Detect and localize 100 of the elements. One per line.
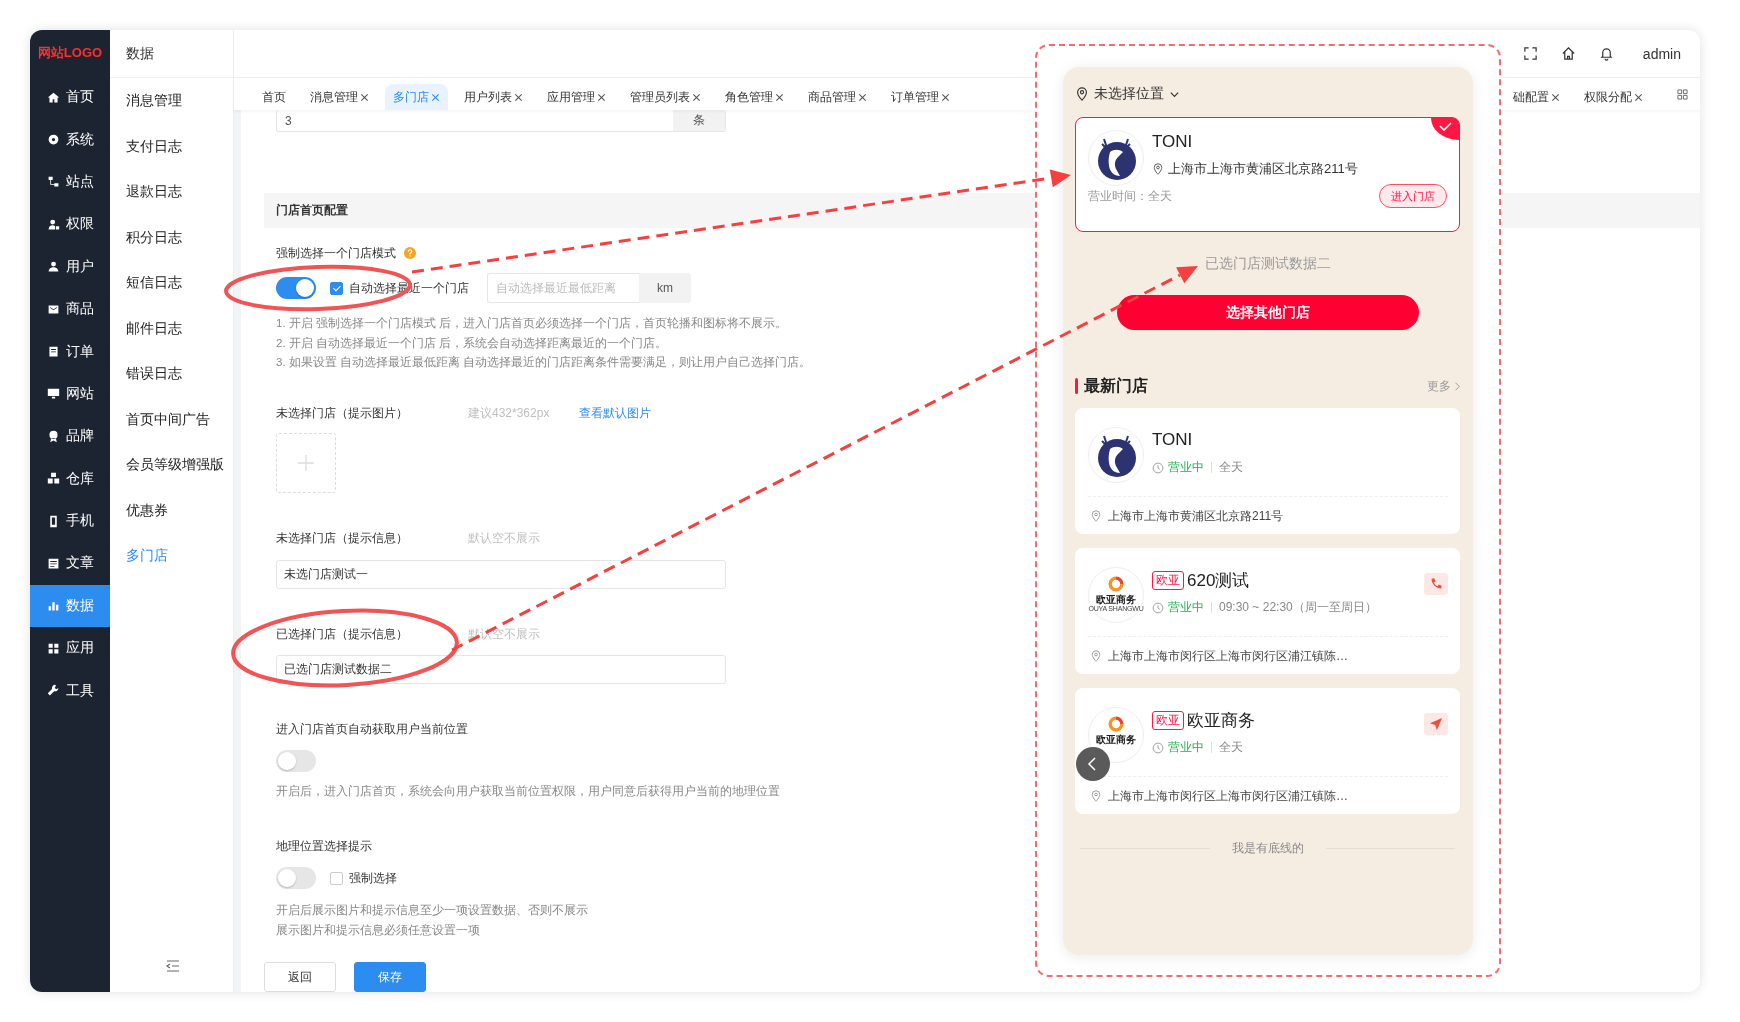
view-default-link[interactable]: 查看默认图片 bbox=[579, 403, 652, 422]
bell-icon[interactable] bbox=[1598, 46, 1614, 61]
checkbox[interactable] bbox=[330, 871, 343, 885]
sidebar-item[interactable]: 手机 bbox=[30, 499, 110, 543]
sitemap-icon bbox=[46, 175, 60, 189]
sidebar-item[interactable]: 网站 bbox=[30, 372, 110, 416]
call-button[interactable] bbox=[1424, 573, 1448, 595]
user-name[interactable]: admin bbox=[1642, 45, 1681, 62]
sidebar-item[interactable]: 订单 bbox=[30, 330, 110, 373]
submenu-item[interactable]: 退款日志 bbox=[110, 169, 233, 215]
sidebar-item[interactable]: 应用 bbox=[30, 627, 110, 670]
store-tag: 欧亚 bbox=[1152, 710, 1184, 730]
monitor-icon bbox=[46, 387, 60, 401]
help-text: 2. 开启 自动选择最近一个门店 后，系统会自动选择距离最近的一个门店。 bbox=[276, 335, 668, 351]
distance-field[interactable]: 自动选择最近最低距离 bbox=[487, 273, 639, 303]
submenu-item[interactable]: 错误日志 bbox=[110, 351, 233, 397]
tabs-menu-icon[interactable] bbox=[1677, 89, 1688, 100]
open-status: 营业中 bbox=[1168, 459, 1204, 476]
clock-icon bbox=[1152, 601, 1164, 614]
sidebar-item[interactable]: 首页 bbox=[30, 76, 110, 119]
wrench-icon bbox=[46, 684, 60, 698]
end-of-list-text: 我是有底线的 bbox=[1231, 840, 1304, 857]
close-icon[interactable] bbox=[858, 92, 867, 102]
collapse-menu-icon[interactable] bbox=[165, 958, 181, 974]
submenu-item[interactable]: 支付日志 bbox=[110, 123, 233, 169]
store-name: 620测试 bbox=[1187, 569, 1250, 592]
clipboard-icon bbox=[46, 345, 60, 359]
hint-text: 建议432*362px bbox=[468, 404, 550, 422]
submenu-item[interactable]: 邮件日志 bbox=[110, 305, 233, 351]
deer-logo-icon bbox=[1088, 427, 1144, 483]
close-icon[interactable] bbox=[1551, 92, 1560, 102]
tab[interactable]: 角色管理 bbox=[717, 84, 792, 110]
close-icon[interactable] bbox=[692, 92, 701, 102]
home-icon[interactable] bbox=[1560, 46, 1576, 61]
gear-icon bbox=[46, 133, 60, 147]
navigate-button[interactable] bbox=[1424, 713, 1448, 735]
field-label: 进入门店首页自动获取用户当前位置 bbox=[276, 720, 468, 738]
tab[interactable]: 应用管理 bbox=[539, 84, 614, 110]
help-text: 开启后展示图片和提示信息至少一项设置数据、否则不展示 bbox=[276, 903, 588, 918]
toggle-switch[interactable] bbox=[276, 749, 316, 772]
submenu-item[interactable]: 短信日志 bbox=[110, 260, 233, 306]
tab[interactable]: 消息管理 bbox=[302, 84, 377, 110]
choose-store-button[interactable]: 选择其他门店 bbox=[1116, 295, 1419, 330]
grid-icon bbox=[46, 641, 60, 655]
text-field[interactable]: 未选门店测试一 bbox=[276, 559, 726, 589]
submenu-item[interactable]: 积分日志 bbox=[110, 214, 233, 260]
sidebar-item[interactable]: 用户 bbox=[30, 245, 110, 288]
close-icon[interactable] bbox=[360, 92, 369, 102]
tab[interactable]: 用户列表 bbox=[456, 84, 531, 110]
sidebar-item[interactable]: 工具 bbox=[30, 669, 110, 712]
tab[interactable]: 管理员列表 bbox=[622, 84, 709, 110]
location-selector[interactable]: 未选择位置 bbox=[1094, 85, 1164, 103]
clock-icon bbox=[1152, 461, 1164, 474]
toggle-switch[interactable] bbox=[276, 867, 316, 889]
selected-store-tip: 已选门店测试数据二 bbox=[1203, 255, 1332, 273]
logo-text: 欧亚商务 bbox=[1096, 734, 1136, 745]
count-field[interactable]: 3 条 bbox=[276, 110, 726, 132]
section-title: 最新门店 bbox=[1084, 375, 1149, 396]
close-icon[interactable] bbox=[597, 92, 606, 102]
store-card[interactable]: TONI 营业中 全天 上海市上海市黄浦区北京路211号 bbox=[1075, 408, 1460, 534]
submenu-item[interactable]: 多门店 bbox=[110, 533, 233, 579]
close-icon[interactable] bbox=[1634, 92, 1643, 102]
sidebar-item[interactable]: 商品 bbox=[30, 287, 110, 331]
sidebar-item[interactable]: 站点 bbox=[30, 160, 110, 204]
sidebar-item[interactable]: 权限 bbox=[30, 203, 110, 246]
close-icon[interactable] bbox=[431, 92, 440, 102]
field-label: 未选择门店（提示图片） bbox=[276, 404, 408, 422]
store-address: 上海市上海市黄浦区北京路211号 bbox=[1168, 160, 1358, 178]
tab[interactable]: 首页 bbox=[254, 84, 294, 110]
close-icon[interactable] bbox=[775, 92, 784, 102]
hint-text: 默认空不展示 bbox=[468, 529, 540, 547]
close-icon[interactable] bbox=[941, 92, 950, 102]
help-text: 1. 开启 强制选择一个门店模式 后，进入门店首页必须选择一个门店，首页轮播和图标将不展示。 bbox=[276, 316, 788, 331]
back-button[interactable]: 返回 bbox=[264, 962, 336, 992]
submenu-item[interactable]: 会员等级增强版 bbox=[110, 442, 233, 488]
submenu-item[interactable]: 首页中间广告 bbox=[110, 396, 233, 442]
help-text: 展示图片和提示信息必须任意设置一项 bbox=[276, 922, 480, 938]
checkbox[interactable] bbox=[330, 281, 343, 295]
tab[interactable]: 础配置 bbox=[1505, 84, 1568, 110]
location-pin-icon bbox=[1090, 650, 1102, 662]
sidebar-item[interactable]: 文章 bbox=[30, 542, 110, 585]
sidebar-item[interactable]: 仓库 bbox=[30, 457, 110, 500]
site-logo[interactable]: 网站LOGO bbox=[30, 30, 110, 76]
tab[interactable]: 商品管理 bbox=[800, 84, 875, 110]
business-hours: 全天 bbox=[1219, 459, 1243, 476]
tab[interactable]: 权限分配 bbox=[1576, 84, 1651, 110]
text-field[interactable]: 已选门店测试数据二 bbox=[276, 654, 726, 684]
toggle-switch[interactable] bbox=[276, 277, 316, 299]
ring-logo-icon bbox=[1106, 574, 1126, 594]
store-card[interactable]: TONI 上海市上海市黄浦区北京路211号 营业时间：全天 进入门店 bbox=[1075, 117, 1460, 232]
submenu-item[interactable]: 优惠券 bbox=[110, 487, 233, 533]
store-address: 上海市上海市闵行区上海市闵行区浦江镇陈… bbox=[1108, 787, 1348, 805]
sidebar-item[interactable]: 系统 bbox=[30, 118, 110, 161]
tab[interactable]: 订单管理 bbox=[883, 84, 958, 110]
submenu-item[interactable]: 消息管理 bbox=[110, 78, 233, 124]
logo-text: 欧亚商务 bbox=[1096, 594, 1136, 605]
store-card[interactable]: 欧亚商务 欧亚 欧亚商务 营业中 全天 上海市上海市闵行区上海市闵行区浦江镇陈… bbox=[1075, 688, 1460, 814]
close-icon[interactable] bbox=[514, 92, 523, 102]
sidebar-item[interactable]: 品牌 bbox=[30, 415, 110, 458]
fullscreen-icon[interactable] bbox=[1522, 46, 1538, 61]
